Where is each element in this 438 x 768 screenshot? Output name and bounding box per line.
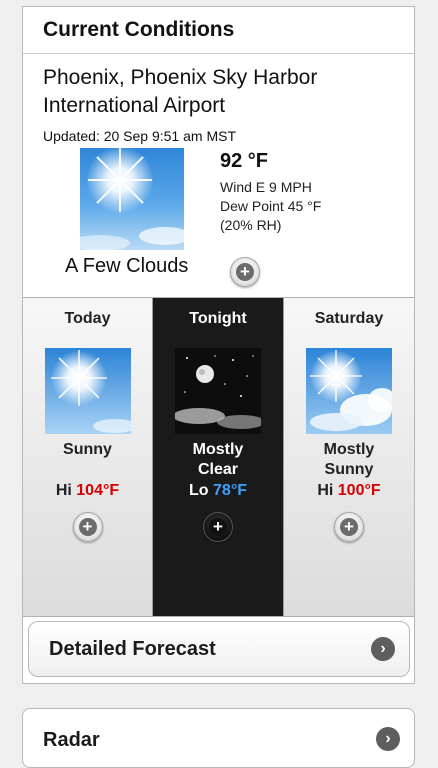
humidity-text: (20% RH)	[220, 217, 282, 233]
temp-value: 78°F	[213, 482, 247, 499]
sunny-sky-icon	[80, 148, 184, 250]
forecast-temp: Hi 100°F	[284, 482, 414, 500]
plus-icon: +	[236, 263, 254, 281]
saturday-more-button[interactable]: +	[334, 512, 364, 542]
current-conditions-panel: Current Conditions Phoenix, Phoenix Sky …	[22, 6, 415, 684]
temp-value: 104°F	[76, 482, 120, 499]
location-line-1: Phoenix, Phoenix Sky Harbor	[43, 66, 318, 89]
moon-clear-icon	[175, 348, 261, 434]
condition-line-1: Mostly	[192, 441, 244, 458]
sunny-icon	[44, 348, 131, 434]
plus-icon: +	[340, 518, 358, 536]
forecast-condition: Mostly Clear	[153, 440, 283, 480]
forecast-day: Saturday	[314, 310, 384, 327]
chevron-right-icon: ›	[371, 637, 395, 661]
condition-line-1: Mostly	[323, 441, 375, 458]
radar-button[interactable]: Radar ›	[22, 708, 415, 768]
forecast-condition: Mostly Sunny	[284, 440, 414, 480]
location-name: Phoenix, Phoenix Sky Harbor Internationa…	[23, 54, 414, 120]
wind-text: Wind E 9 MPH	[220, 179, 312, 195]
forecast-condition: Sunny	[23, 440, 152, 460]
current-condition: A Few Clouds	[65, 255, 189, 277]
today-more-button[interactable]: +	[72, 512, 103, 542]
condition-line-2: Clear	[197, 461, 239, 478]
forecast-strip: Today Sunny Hi 104°F + Tonight Mostly Cl…	[23, 297, 414, 617]
forecast-day: Today	[64, 310, 111, 327]
plus-icon: +	[209, 518, 227, 536]
mostly-sunny-icon	[306, 348, 392, 434]
forecast-temp: Hi 104°F	[23, 482, 152, 500]
forecast-tonight[interactable]: Tonight Mostly Clear Lo 78°F +	[153, 298, 283, 616]
temp-prefix: Lo	[189, 482, 209, 499]
updated-time: Updated: 20 Sep 9:51 am MST	[43, 128, 236, 144]
forecast-today[interactable]: Today Sunny Hi 104°F +	[23, 298, 153, 616]
plus-icon: +	[78, 518, 97, 536]
forecast-temp: Lo 78°F	[153, 482, 283, 500]
current-details: Wind E 9 MPH Dew Point 45 °F (20% RH)	[220, 178, 321, 235]
condition-line-2: Sunny	[324, 461, 374, 478]
temp-value: 100°F	[337, 482, 381, 499]
dew-point-text: Dew Point 45 °F	[220, 198, 322, 214]
forecast-day: Tonight	[189, 310, 247, 327]
forecast-saturday[interactable]: Saturday Mostly Sunny Hi 100°F +	[283, 298, 414, 616]
tonight-more-button[interactable]: +	[203, 512, 233, 542]
detailed-forecast-button[interactable]: Detailed Forecast ›	[28, 621, 410, 677]
panel-title: Current Conditions	[23, 7, 414, 54]
temp-prefix: Hi	[317, 482, 334, 499]
current-more-button[interactable]: +	[230, 257, 260, 287]
current-temperature: 92 °F	[220, 150, 269, 172]
temp-prefix: Hi	[55, 482, 72, 499]
chevron-right-icon: ›	[376, 727, 400, 751]
detailed-forecast-label: Detailed Forecast	[49, 637, 216, 660]
radar-label: Radar	[43, 729, 100, 751]
condition-line-1: Sunny	[63, 441, 112, 458]
location-line-2: International Airport	[43, 94, 226, 117]
current-summary: 92 °F Wind E 9 MPH Dew Point 45 °F (20% …	[23, 144, 414, 250]
